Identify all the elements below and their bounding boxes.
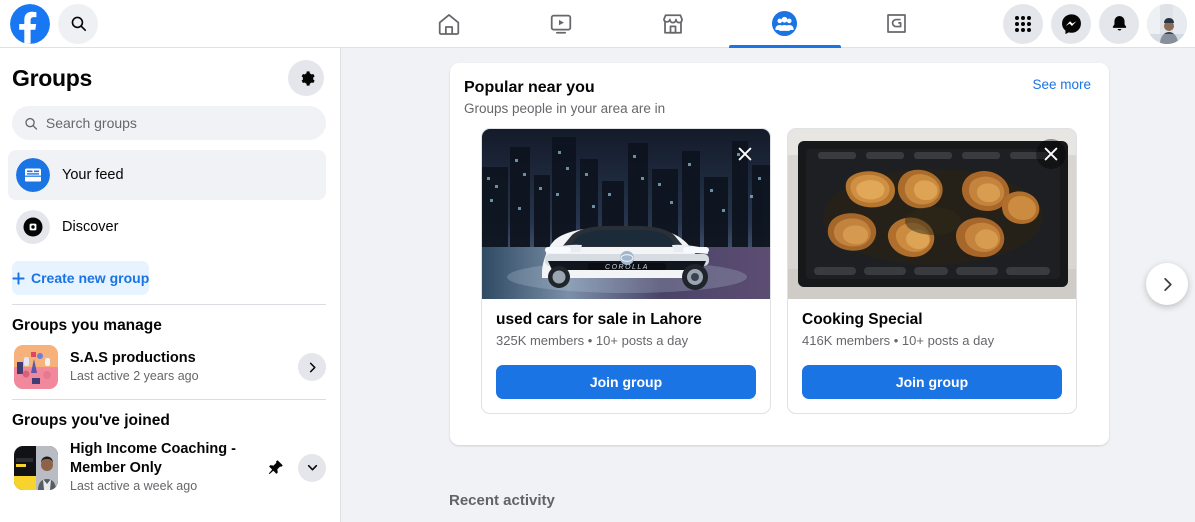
popular-card-titles: Popular near you Groups people in your a… xyxy=(464,77,665,118)
search-icon xyxy=(25,117,38,130)
search-icon xyxy=(71,16,86,32)
sidebar-item-your-feed[interactable]: Your feed xyxy=(8,150,326,200)
account-avatar[interactable] xyxy=(1147,3,1187,44)
popular-card-subtitle: Groups people in your area are in xyxy=(464,101,666,116)
svg-text:COROLLA: COROLLA xyxy=(605,264,649,271)
group-card-image xyxy=(788,129,1076,299)
create-new-group-label: Create new group xyxy=(31,270,150,286)
white-toyota-corolla-night-city-image: COROLLA xyxy=(482,129,770,299)
join-group-button[interactable]: Join group xyxy=(496,365,756,399)
group-last-active: Last active 2 years ago xyxy=(70,369,199,383)
group-card-meta: 416K members • 10+ posts a day xyxy=(802,333,995,348)
chevron-right-icon xyxy=(309,362,316,372)
group-cards-carousel: COROLLA used cars for sale in Lahore 325… xyxy=(450,118,1109,414)
topbar-actions xyxy=(1003,3,1195,44)
create-new-group-button[interactable]: Create new group xyxy=(12,261,150,295)
plus-icon xyxy=(12,271,25,285)
sidebar-header: Groups xyxy=(0,48,340,102)
group-last-active: Last active a week ago xyxy=(70,479,198,493)
bell-icon xyxy=(1112,15,1126,31)
topbar-search-button[interactable] xyxy=(58,3,98,44)
avatar xyxy=(1147,3,1187,44)
list-item[interactable]: S.A.S productions Last active 2 years ag… xyxy=(4,341,336,393)
group-card[interactable]: COROLLA used cars for sale in Lahore 325… xyxy=(481,128,771,414)
pin-icon xyxy=(268,460,283,475)
top-navigation-bar xyxy=(0,0,1195,48)
messenger-icon xyxy=(1061,14,1081,34)
group-card[interactable]: Cooking Special 416K members • 10+ posts… xyxy=(787,128,1077,414)
sidebar-divider-1 xyxy=(12,304,326,305)
tab-video[interactable] xyxy=(505,0,617,48)
grid-menu-button[interactable] xyxy=(1003,3,1043,44)
join-group-button[interactable]: Join group xyxy=(802,365,1062,399)
group-text: S.A.S productions Last active 2 years ag… xyxy=(70,349,286,385)
popular-card-title: Popular near you xyxy=(464,79,595,96)
coaching-man-yellow-banner-icon xyxy=(14,445,58,490)
tab-gaming[interactable] xyxy=(841,0,953,48)
close-x-icon xyxy=(738,147,752,161)
main-content: Popular near you Groups people in your a… xyxy=(341,48,1195,522)
video-play-icon xyxy=(550,14,571,34)
dismiss-card-button[interactable] xyxy=(1036,139,1066,169)
chevron-right-icon xyxy=(1163,277,1172,291)
page-title: Groups xyxy=(12,64,92,91)
group-thumbnail xyxy=(14,345,58,389)
group-card-body: used cars for sale in Lahore 325K member… xyxy=(482,299,770,413)
section-title-manage: Groups you manage xyxy=(12,317,162,334)
topbar-tabs xyxy=(340,0,1005,48)
sidebar-divider-2 xyxy=(12,399,326,400)
group-card-name: used cars for sale in Lahore xyxy=(496,311,702,328)
see-more-link[interactable]: See more xyxy=(1032,77,1091,92)
sidebar-item-discover[interactable]: Discover xyxy=(8,202,326,252)
chevron-down-icon xyxy=(307,464,317,471)
grid-menu-icon xyxy=(1015,15,1031,32)
section-title-joined: Groups you've joined xyxy=(12,412,170,429)
group-card-body: Cooking Special 416K members • 10+ posts… xyxy=(788,299,1076,413)
tab-groups[interactable] xyxy=(728,0,841,48)
facebook-logo-icon[interactable] xyxy=(10,3,50,44)
group-name: S.A.S productions xyxy=(70,350,196,366)
carousel-next-button[interactable] xyxy=(1146,263,1188,305)
popular-near-you-card: Popular near you Groups people in your a… xyxy=(450,63,1188,445)
tab-home[interactable] xyxy=(393,0,505,48)
messenger-button[interactable] xyxy=(1051,3,1091,44)
groups-settings-button[interactable] xyxy=(288,60,324,96)
close-x-icon xyxy=(1044,147,1058,161)
sidebar-item-label: Discover xyxy=(62,219,119,235)
group-name: High Income Coaching - Member Only xyxy=(70,441,236,476)
discover-compass-icon xyxy=(16,210,50,244)
topbar-left xyxy=(0,3,340,44)
illustration-pink-orange-icon xyxy=(14,345,58,389)
marketplace-storefront-icon xyxy=(662,13,683,34)
popular-card-header: Popular near you Groups people in your a… xyxy=(450,63,1109,118)
gaming-icon xyxy=(887,14,906,33)
sidebar-item-label: Your feed xyxy=(62,167,124,183)
home-icon xyxy=(438,13,459,35)
groups-sidebar: Groups Your feed xyxy=(0,48,341,522)
search-input[interactable] xyxy=(45,115,314,131)
group-card-name: Cooking Special xyxy=(802,311,923,328)
group-open-button[interactable] xyxy=(298,353,326,381)
group-options-button[interactable] xyxy=(298,453,326,482)
group-card-image: COROLLA xyxy=(482,129,770,299)
tab-marketplace[interactable] xyxy=(617,0,729,48)
list-item[interactable]: High Income Coaching - Member Only Last … xyxy=(4,436,336,499)
group-card-meta: 325K members • 10+ posts a day xyxy=(496,333,689,348)
group-thumbnail xyxy=(14,445,58,490)
roasted-chicken-baking-tray-image xyxy=(788,129,1076,299)
feed-icon xyxy=(16,158,50,192)
gear-icon xyxy=(301,70,315,86)
notifications-button[interactable] xyxy=(1099,3,1139,44)
group-text: High Income Coaching - Member Only Last … xyxy=(70,440,255,495)
dismiss-card-button[interactable] xyxy=(730,139,760,169)
search-groups-field[interactable] xyxy=(12,106,326,140)
recent-activity-title: Recent activity xyxy=(449,492,555,509)
groups-people-icon xyxy=(771,10,798,37)
